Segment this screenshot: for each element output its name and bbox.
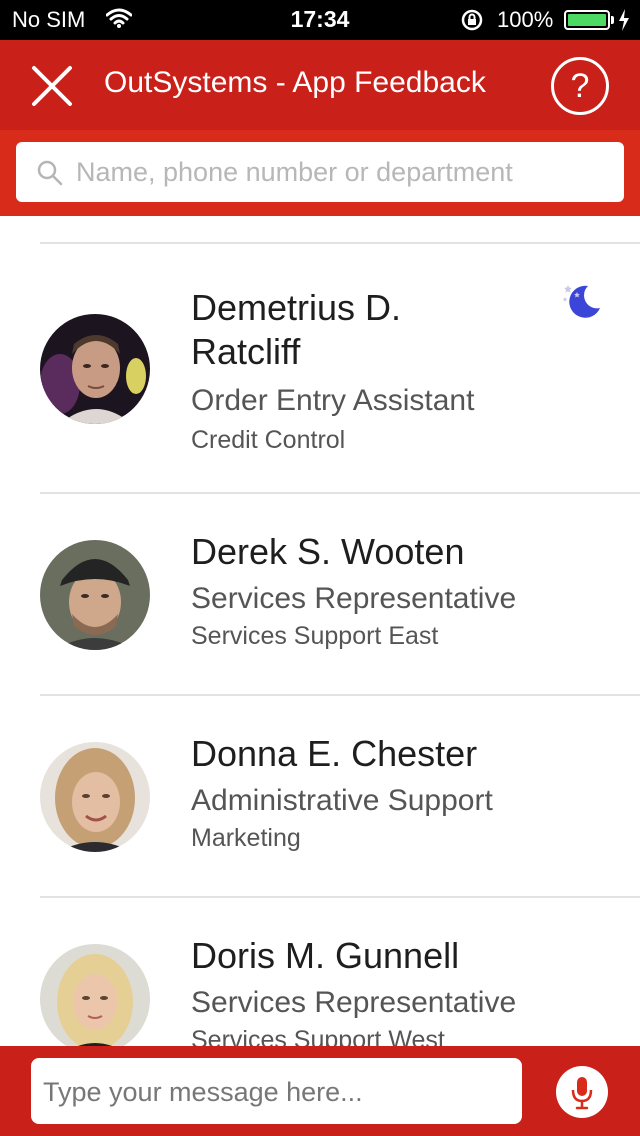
avatar <box>40 944 150 1046</box>
contact-name: Derek S. Wooten <box>191 531 465 572</box>
contact-department: Credit Control <box>191 426 346 454</box>
moon-icon <box>560 282 602 327</box>
contact-list[interactable]: Demetrius D. Ratcliff Order Entry Assist… <box>0 216 640 1046</box>
status-bar: No SIM 17:34 100% <box>0 0 640 40</box>
contact-name: Doris M. Gunnell <box>191 935 460 976</box>
rotation-lock-icon <box>460 8 484 37</box>
contact-department: Services Support East <box>191 622 439 650</box>
contact-item[interactable]: Donna E. Chester Administrative Support … <box>0 696 640 898</box>
app-header: OutSystems - App Feedback ? <box>0 40 640 130</box>
avatar <box>40 742 150 852</box>
battery-icon <box>564 10 610 30</box>
close-icon <box>32 66 72 106</box>
contact-name: Donna E. Chester <box>191 733 478 774</box>
message-bar <box>0 1046 640 1136</box>
microphone-icon <box>571 1077 593 1110</box>
carrier-label: No SIM <box>12 7 86 32</box>
search-input[interactable] <box>76 152 606 192</box>
message-input[interactable] <box>43 1072 511 1112</box>
charging-icon <box>618 9 630 36</box>
wifi-icon <box>105 8 133 33</box>
contact-department: Services Support West <box>191 1026 445 1046</box>
help-button[interactable]: ? <box>551 57 609 115</box>
search-icon <box>36 159 64 192</box>
battery-percent: 100% <box>497 7 554 32</box>
contact-role: Order Entry Assistant <box>191 384 475 417</box>
close-button[interactable] <box>28 62 76 110</box>
search-box <box>16 142 624 202</box>
search-band <box>0 130 640 216</box>
battery-fill <box>568 14 606 26</box>
avatar <box>40 540 150 650</box>
contact-department: Marketing <box>191 824 301 852</box>
contact-item[interactable]: Doris M. Gunnell Services Representative… <box>0 898 640 1046</box>
microphone-button[interactable] <box>556 1066 608 1118</box>
page-title: OutSystems - App Feedback <box>104 66 486 99</box>
contact-name: Demetrius D. Ratcliff <box>191 287 402 372</box>
contact-item[interactable]: Demetrius D. Ratcliff Order Entry Assist… <box>0 244 640 494</box>
contact-role: Services Representative <box>191 582 517 615</box>
message-box <box>31 1058 522 1124</box>
avatar <box>40 314 150 424</box>
contact-item[interactable]: Derek S. Wooten Services Representative … <box>0 494 640 696</box>
battery-tip <box>611 16 614 24</box>
contact-role: Services Representative <box>191 986 517 1019</box>
contact-role: Administrative Support <box>191 784 493 817</box>
